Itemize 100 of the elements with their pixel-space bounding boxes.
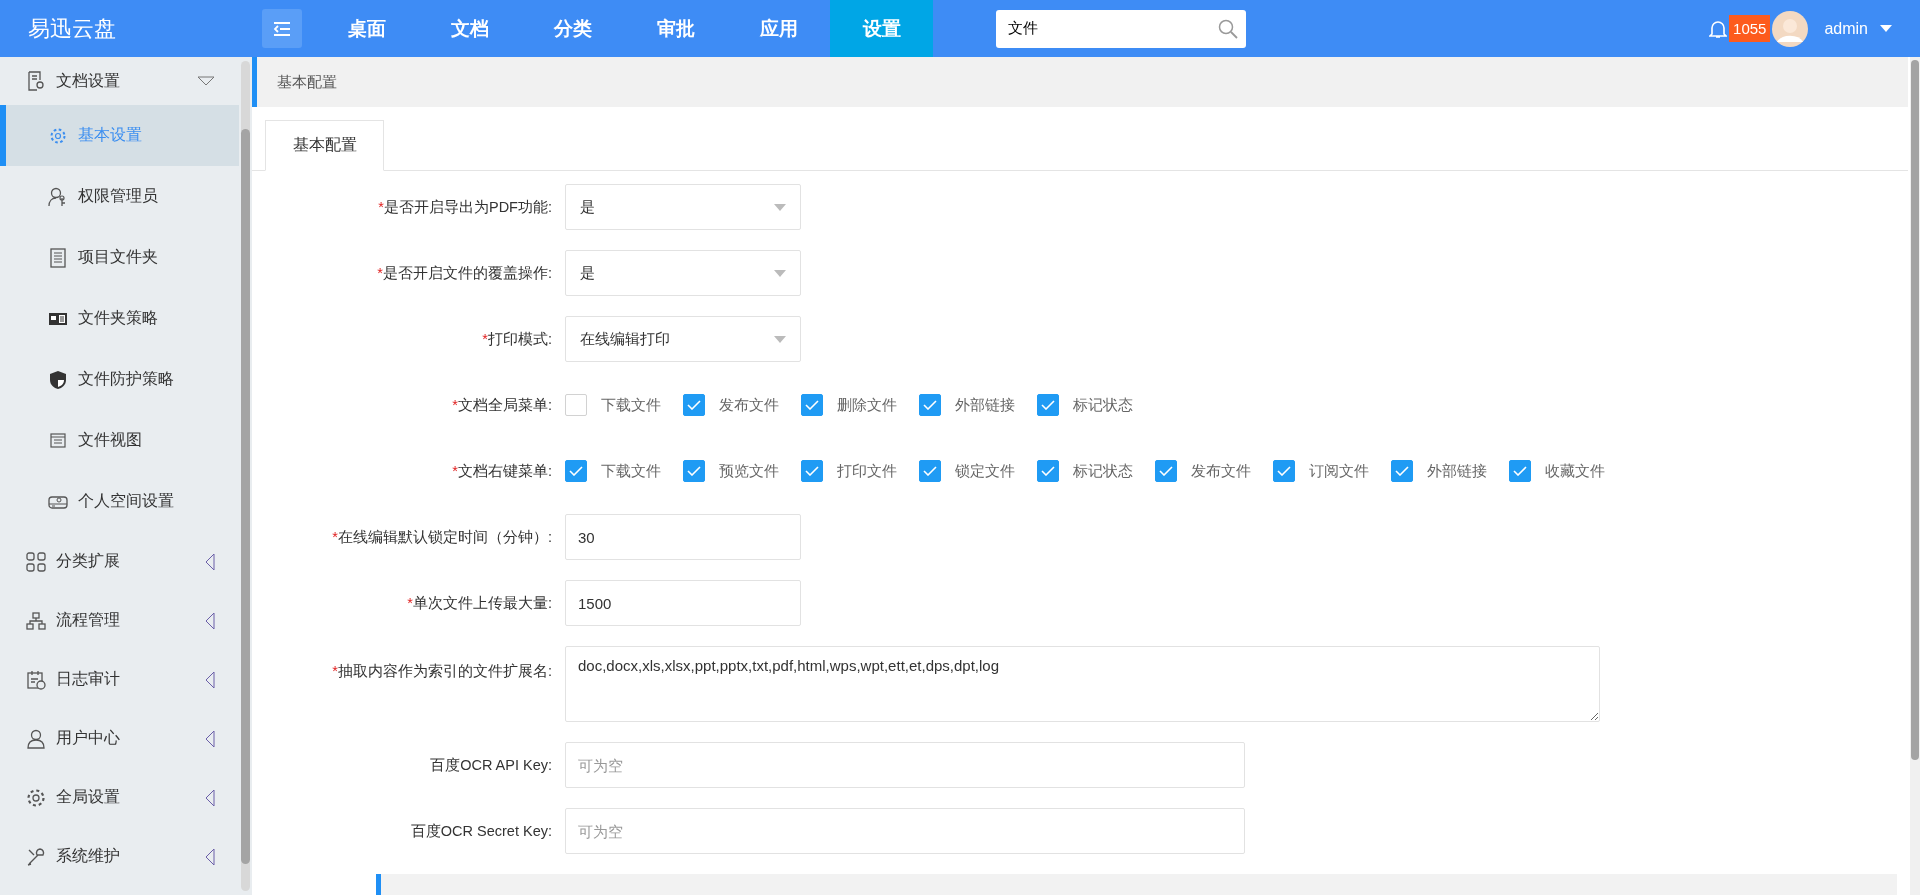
sidebar-group[interactable]: 日志审计 (0, 650, 239, 709)
sidebar-group-label: 分类扩展 (56, 551, 121, 571)
checkbox[interactable] (1037, 460, 1059, 482)
required-mark: * (332, 663, 338, 679)
checkbox-label: 删除文件 (837, 395, 897, 415)
sidebar-item-label: 权限管理员 (78, 186, 158, 206)
field-label: 是否开启文件的覆盖操作: (382, 264, 552, 281)
input-field[interactable]: 可为空 (565, 808, 1245, 854)
checkbox[interactable] (919, 460, 941, 482)
scrollbar[interactable] (1910, 57, 1920, 895)
field-label: 文档右键菜单: (457, 462, 552, 479)
person-key-icon (48, 186, 68, 207)
input-field[interactable]: 1500 (565, 580, 801, 626)
checkbox[interactable] (1273, 460, 1295, 482)
sidebar-group[interactable]: 全局设置 (0, 768, 239, 827)
field-label: 百度OCR Secret Key: (410, 822, 552, 839)
checkbox-label: 下载文件 (601, 461, 661, 481)
select-dropdown[interactable]: 是 (565, 184, 801, 230)
sidebar-item-label: 文件视图 (78, 430, 142, 450)
checkbox-label: 外部链接 (955, 395, 1015, 415)
select-dropdown[interactable]: 是 (565, 250, 801, 296)
window-icon (48, 430, 68, 451)
app-logo: 易迅云盘 (27, 14, 117, 43)
checkbox[interactable] (1391, 460, 1413, 482)
input-field[interactable]: 可为空 (565, 742, 1245, 788)
checkbox[interactable] (801, 460, 823, 482)
checkbox[interactable] (1037, 394, 1059, 416)
required-mark: * (452, 462, 458, 479)
sidebar-group[interactable]: 用户中心 (0, 709, 239, 768)
shield-icon (48, 369, 68, 390)
required-mark: * (407, 594, 413, 611)
checkbox-label: 外部链接 (1427, 461, 1487, 481)
checkbox[interactable] (1509, 460, 1531, 482)
sidebar-group-label: 系统维护 (56, 846, 121, 866)
checkmark-icon (923, 466, 937, 476)
checkmark-icon (687, 400, 701, 410)
checkbox-label: 发布文件 (719, 395, 779, 415)
notification-count: 1055 (1729, 15, 1771, 42)
sidebar-item-label: 个人空间设置 (78, 491, 174, 511)
checkbox[interactable] (801, 394, 823, 416)
sidebar-item[interactable]: 文件夹策略 (0, 288, 239, 349)
checkbox[interactable] (565, 394, 587, 416)
search-icon (1218, 18, 1238, 39)
menu-button[interactable] (262, 9, 302, 48)
checkbox[interactable] (1155, 460, 1177, 482)
checkbox-label: 订阅文件 (1309, 461, 1369, 481)
checkbox-label: 打印文件 (837, 461, 897, 481)
field-label: 单次文件上传最大量: (412, 594, 552, 611)
field-label: 文档全局菜单: (457, 396, 552, 413)
checkbox[interactable] (683, 460, 705, 482)
checkmark-icon (805, 466, 819, 476)
required-mark: * (332, 528, 338, 545)
grid-icon (26, 551, 46, 572)
field-label: 百度OCR API Key: (430, 756, 552, 773)
sidebar-item-label: 文件防护策略 (78, 369, 174, 389)
menu-icon (273, 21, 291, 36)
checkbox-label: 标记状态 (1073, 461, 1133, 481)
tab[interactable]: 基本配置 (265, 120, 384, 171)
sidebar-item[interactable]: 文件视图 (0, 410, 239, 471)
sidebar-group[interactable]: 系统维护 (0, 827, 239, 886)
checkbox-label: 下载文件 (601, 395, 661, 415)
scrollbar[interactable] (241, 61, 250, 891)
required-mark: * (377, 264, 383, 281)
checkbox-label: 标记状态 (1073, 395, 1133, 415)
sidebar-item-label: 项目文件夹 (78, 247, 158, 267)
breadcrumb: 基本配置 (277, 72, 337, 92)
checkbox[interactable] (683, 394, 705, 416)
checkbox-label: 发布文件 (1191, 461, 1251, 481)
sidebar-group[interactable]: 分类扩展 (0, 532, 239, 591)
checkbox[interactable] (919, 394, 941, 416)
checkmark-icon (687, 466, 701, 476)
checkmark-icon (805, 400, 819, 410)
person-icon (26, 728, 46, 749)
sidebar-item[interactable]: 项目文件夹 (0, 227, 239, 288)
input-field[interactable]: 30 (565, 514, 801, 560)
sidebar-item[interactable]: 文件防护策略 (0, 349, 239, 410)
required-mark: * (378, 198, 384, 215)
avatar[interactable] (1772, 10, 1809, 47)
text-area[interactable]: doc,docx,xls,xlsx,ppt,pptx,txt,pdf,html,wps,wpt,ett,et,dps,dpt,log (565, 646, 1600, 722)
field-label: 在线编辑默认锁定时间（分钟）: (337, 528, 552, 545)
checkmark-icon (569, 466, 583, 476)
sidebar-group[interactable]: 流程管理 (0, 591, 239, 650)
bell-icon[interactable] (1709, 18, 1728, 39)
gear-icon (26, 787, 46, 808)
caret-icon (774, 335, 786, 343)
required-mark: * (482, 330, 488, 347)
checkmark-icon (1041, 466, 1055, 476)
checkbox-label: 预览文件 (719, 461, 779, 481)
sidebar-group[interactable]: 文档设置 (0, 57, 239, 105)
sidebar-group-label: 日志审计 (56, 669, 121, 689)
checkbox[interactable] (565, 460, 587, 482)
sidebar-item[interactable]: 个人空间设置 (0, 471, 239, 532)
sidebar-item[interactable]: 权限管理员 (0, 166, 239, 227)
document-gear-icon (26, 71, 46, 91)
select-dropdown[interactable]: 在线编辑打印 (565, 316, 801, 362)
search-field[interactable]: 文件 (996, 9, 1246, 48)
list-document-icon (48, 247, 68, 268)
caret-icon[interactable] (1880, 24, 1892, 33)
sidebar-group-label: 文档设置 (56, 70, 121, 91)
checkmark-icon (923, 400, 937, 410)
